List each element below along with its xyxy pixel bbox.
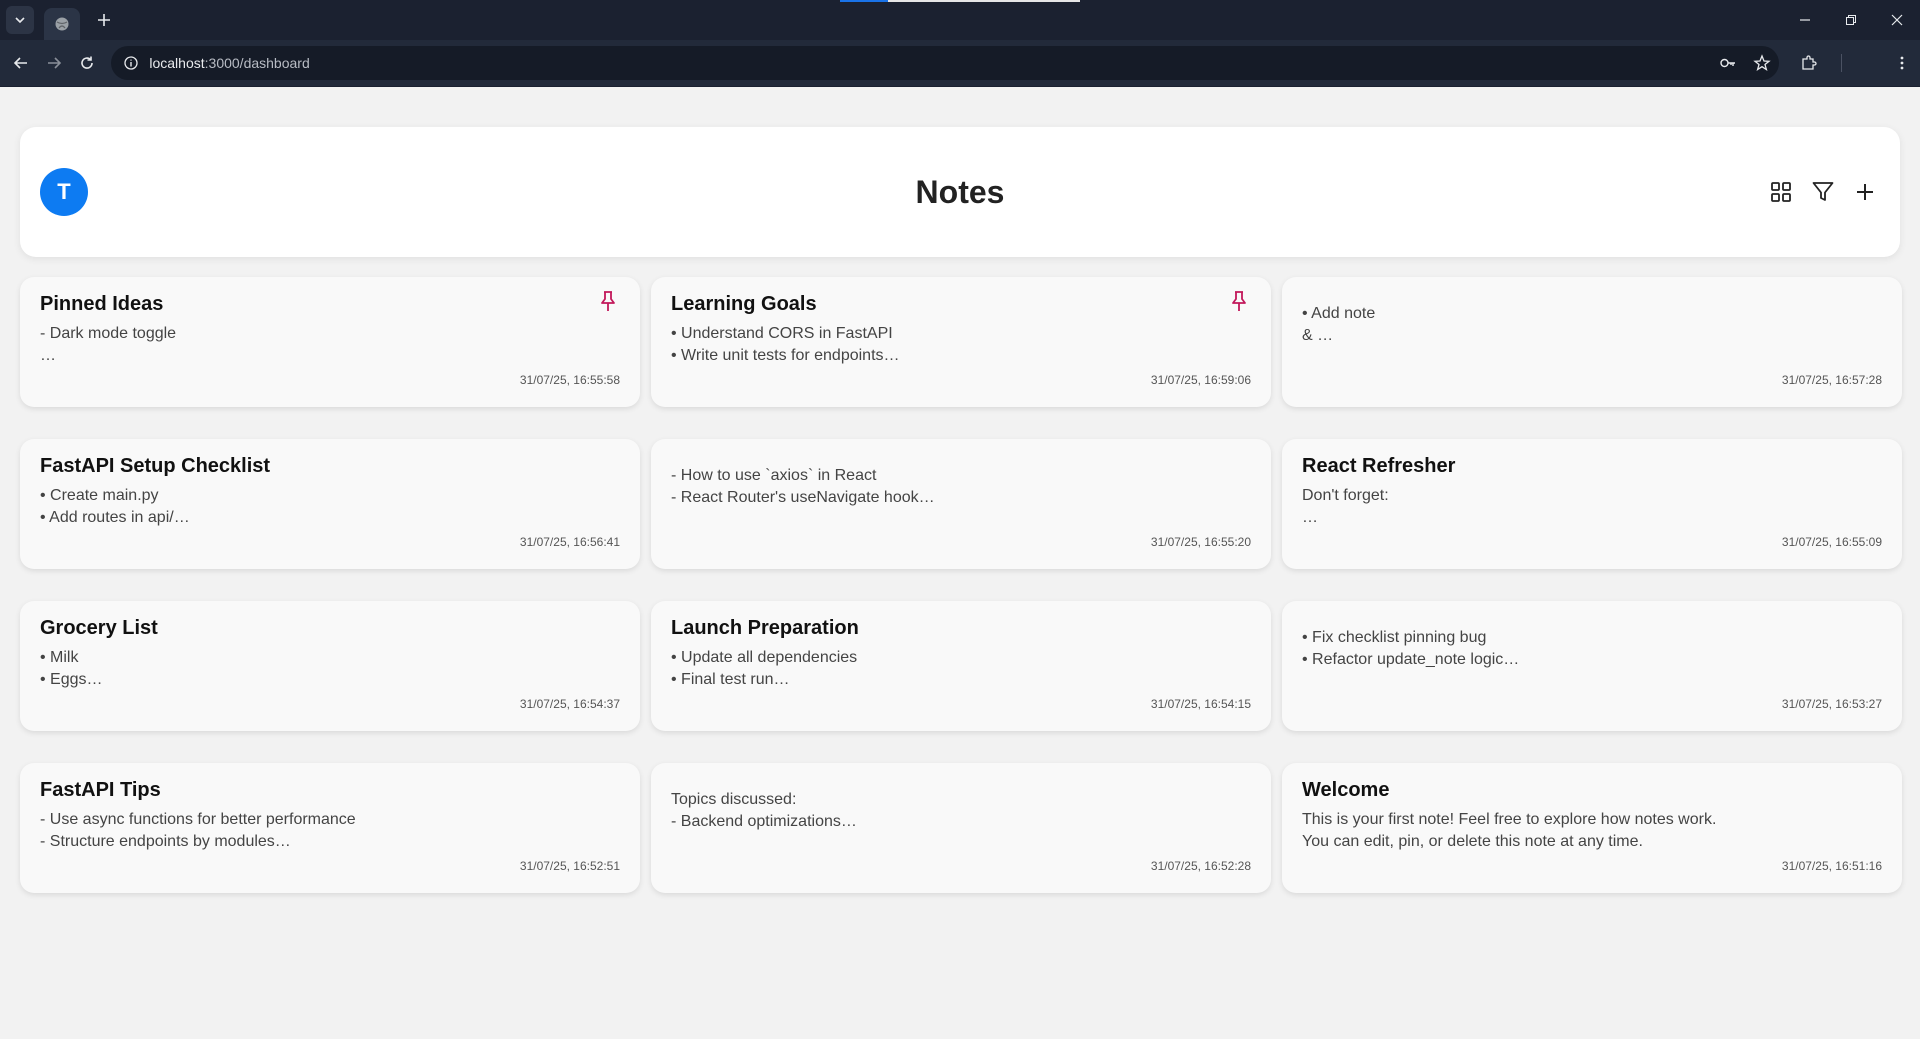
- address-bar[interactable]: localhost:3000/dashboard: [111, 46, 1779, 80]
- note-title: Welcome: [1302, 779, 1390, 801]
- note-timestamp: 31/07/25, 16:59:06: [1150, 373, 1251, 387]
- arrow-right-icon: [47, 57, 61, 69]
- notes-grid: Pinned Ideas - Dark mode toggle … 31/07/…: [20, 277, 1902, 893]
- note-timestamp: 31/07/25, 16:51:16: [1781, 859, 1882, 873]
- minimize-icon: [1800, 19, 1810, 21]
- note-card[interactable]: FastAPI Setup Checklist • Create main.py…: [20, 439, 640, 569]
- note-timestamp: 31/07/25, 16:52:28: [1150, 859, 1251, 873]
- reload-button[interactable]: [70, 45, 103, 81]
- note-card[interactable]: - How to use `axios` in React - React Ro…: [651, 439, 1271, 569]
- note-body: - How to use `axios` in React - React Ro…: [671, 467, 935, 506]
- notes-header: T Notes: [20, 127, 1900, 257]
- note-card[interactable]: Launch Preparation • Update all dependen…: [651, 601, 1271, 731]
- note-body: • Add note & …: [1302, 305, 1376, 344]
- puzzle-icon: [1802, 55, 1817, 70]
- note-card[interactable]: • Fix checklist pinning bug • Refactor u…: [1282, 601, 1902, 731]
- minimize-button[interactable]: [1782, 0, 1828, 40]
- filter-button[interactable]: [1808, 177, 1838, 207]
- add-note-button[interactable]: [1850, 177, 1880, 207]
- note-body: - Use async functions for better perform…: [40, 811, 356, 850]
- note-card[interactable]: • Add note & … 31/07/25, 16:57:28: [1282, 277, 1902, 407]
- filter-icon: [1812, 182, 1834, 201]
- star-icon: [1753, 54, 1771, 71]
- key-icon: [1720, 58, 1735, 68]
- browser-toolbar: localhost:3000/dashboard: [0, 40, 1920, 87]
- bookmark-button[interactable]: [1745, 46, 1779, 80]
- password-key-button[interactable]: [1711, 46, 1745, 80]
- close-window-button[interactable]: [1874, 0, 1920, 40]
- browser-tabstrip: [0, 0, 1920, 40]
- avatar[interactable]: T: [40, 168, 88, 216]
- note-timestamp: 31/07/25, 16:55:09: [1781, 535, 1882, 549]
- dashboard-page: T Notes Pinned Ideas - Dark mode toggle …: [0, 87, 1920, 893]
- note-body: Topics discussed: - Backend optimization…: [671, 791, 857, 830]
- restore-icon: [1846, 15, 1856, 25]
- new-tab-button[interactable]: [90, 6, 118, 34]
- note-card[interactable]: Pinned Ideas - Dark mode toggle … 31/07/…: [20, 277, 640, 407]
- note-card[interactable]: Learning Goals • Understand CORS in Fast…: [651, 277, 1271, 407]
- note-card[interactable]: Welcome This is your first note! Feel fr…: [1282, 763, 1902, 893]
- chevron-down-icon: [15, 17, 25, 24]
- note-body: • Milk • Eggs…: [40, 649, 103, 688]
- close-icon: [1891, 14, 1903, 26]
- globe-icon: [55, 17, 69, 31]
- restore-button[interactable]: [1828, 0, 1874, 40]
- url-text: localhost:3000/dashboard: [149, 55, 309, 71]
- note-title: Learning Goals: [671, 293, 817, 315]
- note-body: • Update all dependencies • Final test r…: [671, 649, 858, 688]
- note-card[interactable]: Topics discussed: - Backend optimization…: [651, 763, 1271, 893]
- pin-icon[interactable]: [596, 289, 620, 313]
- note-card[interactable]: FastAPI Tips - Use async functions for b…: [20, 763, 640, 893]
- note-timestamp: 31/07/25, 16:53:27: [1781, 697, 1882, 711]
- note-body: Don't forget: …: [1302, 487, 1389, 526]
- note-title: FastAPI Tips: [40, 779, 161, 801]
- address-bar-actions: [1711, 46, 1779, 80]
- toolbar-separator: [1840, 54, 1842, 72]
- note-card[interactable]: Grocery List • Milk • Eggs… 31/07/25, 16…: [20, 601, 640, 731]
- arrow-left-icon: [13, 57, 27, 69]
- note-body: This is your first note! Feel free to ex…: [1302, 811, 1717, 850]
- note-timestamp: 31/07/25, 16:55:58: [519, 373, 620, 387]
- grid-view-button[interactable]: [1766, 177, 1796, 207]
- toolbar-right: [1787, 45, 1920, 81]
- site-info-icon[interactable]: [121, 53, 141, 73]
- note-body: • Understand CORS in FastAPI • Write uni…: [671, 325, 900, 364]
- url-host: localhost: [149, 55, 205, 71]
- plus-icon: [98, 14, 110, 26]
- extensions-button[interactable]: [1791, 45, 1827, 81]
- plus-icon: [1857, 184, 1873, 200]
- window-controls: [1782, 0, 1920, 40]
- browser-tab[interactable]: [44, 8, 80, 40]
- note-body: • Fix checklist pinning bug • Refactor u…: [1302, 629, 1520, 668]
- note-title: Pinned Ideas: [40, 293, 164, 315]
- note-timestamp: 31/07/25, 16:55:20: [1150, 535, 1251, 549]
- forward-button[interactable]: [37, 45, 70, 81]
- note-title: Launch Preparation: [671, 617, 859, 639]
- note-body: • Create main.py • Add routes in api/…: [40, 487, 190, 526]
- note-timestamp: 31/07/25, 16:52:51: [519, 859, 620, 873]
- note-title: FastAPI Setup Checklist: [40, 455, 271, 477]
- pin-icon[interactable]: [1227, 289, 1251, 313]
- note-timestamp: 31/07/25, 16:54:37: [519, 697, 620, 711]
- note-body: - Dark mode toggle …: [40, 325, 177, 364]
- url-path: :3000/dashboard: [204, 55, 310, 71]
- page-title: Notes: [915, 173, 1005, 210]
- grid-icon: [1771, 182, 1791, 202]
- back-button[interactable]: [4, 45, 37, 81]
- reload-icon: [81, 56, 93, 69]
- page-loading-bar: [840, 0, 1080, 2]
- tab-search-button[interactable]: [6, 6, 34, 34]
- header-actions: [1766, 177, 1880, 207]
- note-card[interactable]: React Refresher Don't forget: … 31/07/25…: [1282, 439, 1902, 569]
- note-timestamp: 31/07/25, 16:57:28: [1781, 373, 1882, 387]
- note-timestamp: 31/07/25, 16:54:15: [1150, 697, 1251, 711]
- kebab-menu-icon: [1900, 56, 1904, 70]
- note-title: Grocery List: [40, 617, 158, 639]
- browser-menu-button[interactable]: [1884, 45, 1920, 81]
- note-timestamp: 31/07/25, 16:56:41: [519, 535, 620, 549]
- note-title: React Refresher: [1302, 455, 1456, 477]
